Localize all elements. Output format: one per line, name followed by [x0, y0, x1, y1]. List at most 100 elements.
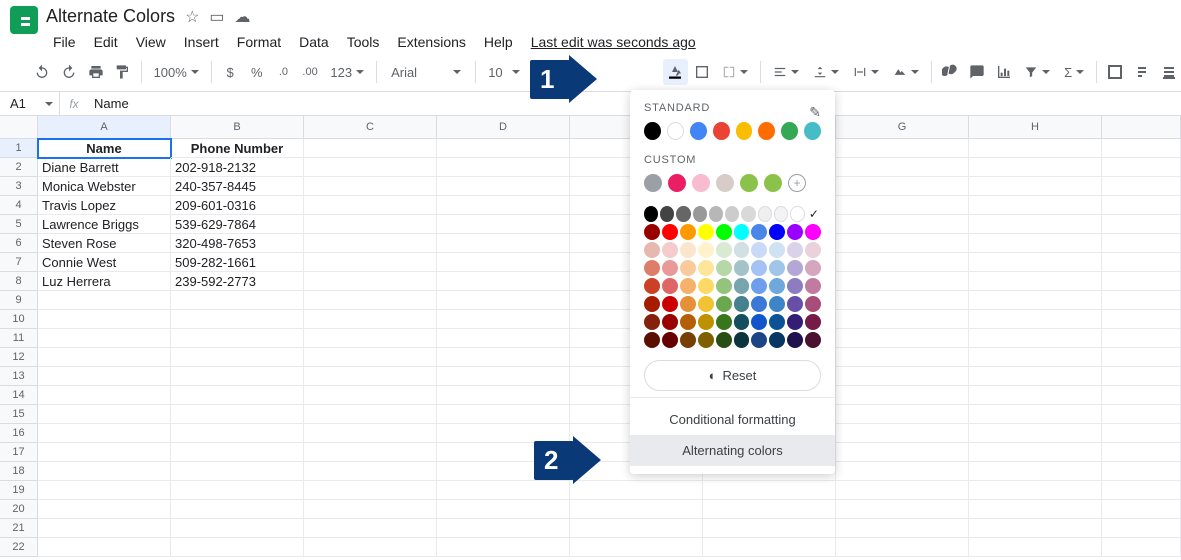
cell[interactable]: [570, 519, 703, 538]
undo-button[interactable]: [30, 59, 55, 85]
cell[interactable]: [437, 234, 570, 253]
alternating-colors-item[interactable]: Alternating colors: [630, 435, 835, 466]
link-button[interactable]: [938, 59, 963, 85]
cell[interactable]: Steven Rose: [38, 234, 171, 253]
cell[interactable]: [437, 272, 570, 291]
palette-swatch[interactable]: [716, 332, 732, 348]
cell[interactable]: Diane Barrett: [38, 158, 171, 177]
cell[interactable]: Travis Lopez: [38, 196, 171, 215]
palette-swatch[interactable]: [662, 278, 678, 294]
row-header-13[interactable]: 13: [0, 367, 38, 386]
standard-swatch[interactable]: [804, 122, 821, 140]
palette-swatch[interactable]: [680, 242, 696, 258]
cell[interactable]: [304, 462, 437, 481]
cell[interactable]: [836, 519, 969, 538]
cell[interactable]: [969, 234, 1102, 253]
print-button[interactable]: [83, 59, 108, 85]
cell[interactable]: [304, 424, 437, 443]
cell[interactable]: [703, 519, 836, 538]
menu-file[interactable]: File: [46, 31, 83, 53]
row-header-22[interactable]: 22: [0, 538, 38, 557]
palette-swatch[interactable]: [751, 224, 767, 240]
palette-swatch[interactable]: [769, 242, 785, 258]
palette-swatch[interactable]: [751, 242, 767, 258]
cell[interactable]: [969, 310, 1102, 329]
cell[interactable]: [304, 291, 437, 310]
more-formats-button[interactable]: 123: [324, 65, 370, 80]
col-header-D[interactable]: D: [437, 116, 570, 139]
menu-extensions[interactable]: Extensions: [390, 31, 472, 53]
palette-swatch[interactable]: [716, 314, 732, 330]
menu-insert[interactable]: Insert: [177, 31, 226, 53]
row-header-1[interactable]: 1: [0, 139, 38, 158]
cell[interactable]: [171, 348, 304, 367]
paint-format-button[interactable]: [110, 59, 135, 85]
cell[interactable]: [171, 500, 304, 519]
palette-swatch[interactable]: [644, 296, 660, 312]
cell[interactable]: [38, 443, 171, 462]
row-header-18[interactable]: 18: [0, 462, 38, 481]
cell[interactable]: [38, 348, 171, 367]
palette-swatch[interactable]: [644, 314, 660, 330]
cell[interactable]: [38, 291, 171, 310]
palette-swatch[interactable]: [758, 206, 772, 222]
cell[interactable]: [437, 348, 570, 367]
palette-swatch[interactable]: [751, 278, 767, 294]
chart-button[interactable]: [991, 59, 1016, 85]
cell[interactable]: [437, 158, 570, 177]
cell[interactable]: [38, 367, 171, 386]
cell[interactable]: [836, 272, 969, 291]
palette-swatch[interactable]: [734, 332, 750, 348]
cell[interactable]: [304, 367, 437, 386]
palette-swatch[interactable]: [725, 206, 739, 222]
cell[interactable]: [171, 386, 304, 405]
cell[interactable]: [969, 462, 1102, 481]
palette-swatch[interactable]: [698, 332, 714, 348]
last-edit-link[interactable]: Last edit was seconds ago: [524, 31, 703, 53]
standard-swatch[interactable]: [667, 122, 684, 140]
cell[interactable]: [836, 329, 969, 348]
cell[interactable]: [836, 234, 969, 253]
palette-swatch[interactable]: [680, 278, 696, 294]
dec-increase-button[interactable]: .00: [298, 59, 323, 85]
palette-swatch[interactable]: [698, 314, 714, 330]
tb-icon-2[interactable]: [1130, 59, 1155, 85]
cell[interactable]: [437, 196, 570, 215]
cell[interactable]: [38, 538, 171, 557]
cell[interactable]: [171, 329, 304, 348]
palette-swatch[interactable]: [716, 278, 732, 294]
row-header-15[interactable]: 15: [0, 405, 38, 424]
palette-swatch[interactable]: [644, 242, 660, 258]
cell[interactable]: [969, 215, 1102, 234]
cell[interactable]: [836, 443, 969, 462]
palette-swatch[interactable]: [787, 260, 803, 276]
palette-swatch[interactable]: [662, 314, 678, 330]
palette-swatch[interactable]: [787, 296, 803, 312]
row-header-10[interactable]: 10: [0, 310, 38, 329]
palette-swatch[interactable]: [769, 296, 785, 312]
cell[interactable]: [969, 177, 1102, 196]
cell[interactable]: [570, 500, 703, 519]
cell[interactable]: [171, 481, 304, 500]
cell[interactable]: [703, 538, 836, 557]
cell[interactable]: [969, 519, 1102, 538]
cell[interactable]: [304, 177, 437, 196]
cell[interactable]: [171, 310, 304, 329]
palette-swatch[interactable]: [644, 224, 660, 240]
font-select[interactable]: Arial: [383, 65, 469, 80]
cell[interactable]: [836, 348, 969, 367]
palette-swatch[interactable]: [734, 242, 750, 258]
valign-button[interactable]: [807, 65, 845, 79]
cell[interactable]: [38, 329, 171, 348]
palette-swatch[interactable]: [751, 314, 767, 330]
name-box[interactable]: A1: [0, 92, 60, 115]
palette-swatch[interactable]: [769, 278, 785, 294]
palette-swatch[interactable]: [680, 314, 696, 330]
cell[interactable]: [836, 386, 969, 405]
palette-swatch[interactable]: [676, 206, 690, 222]
conditional-formatting-item[interactable]: Conditional formatting: [644, 404, 821, 435]
palette-swatch[interactable]: [660, 206, 674, 222]
cell[interactable]: [171, 367, 304, 386]
cell[interactable]: 240-357-8445: [171, 177, 304, 196]
cell[interactable]: [437, 177, 570, 196]
